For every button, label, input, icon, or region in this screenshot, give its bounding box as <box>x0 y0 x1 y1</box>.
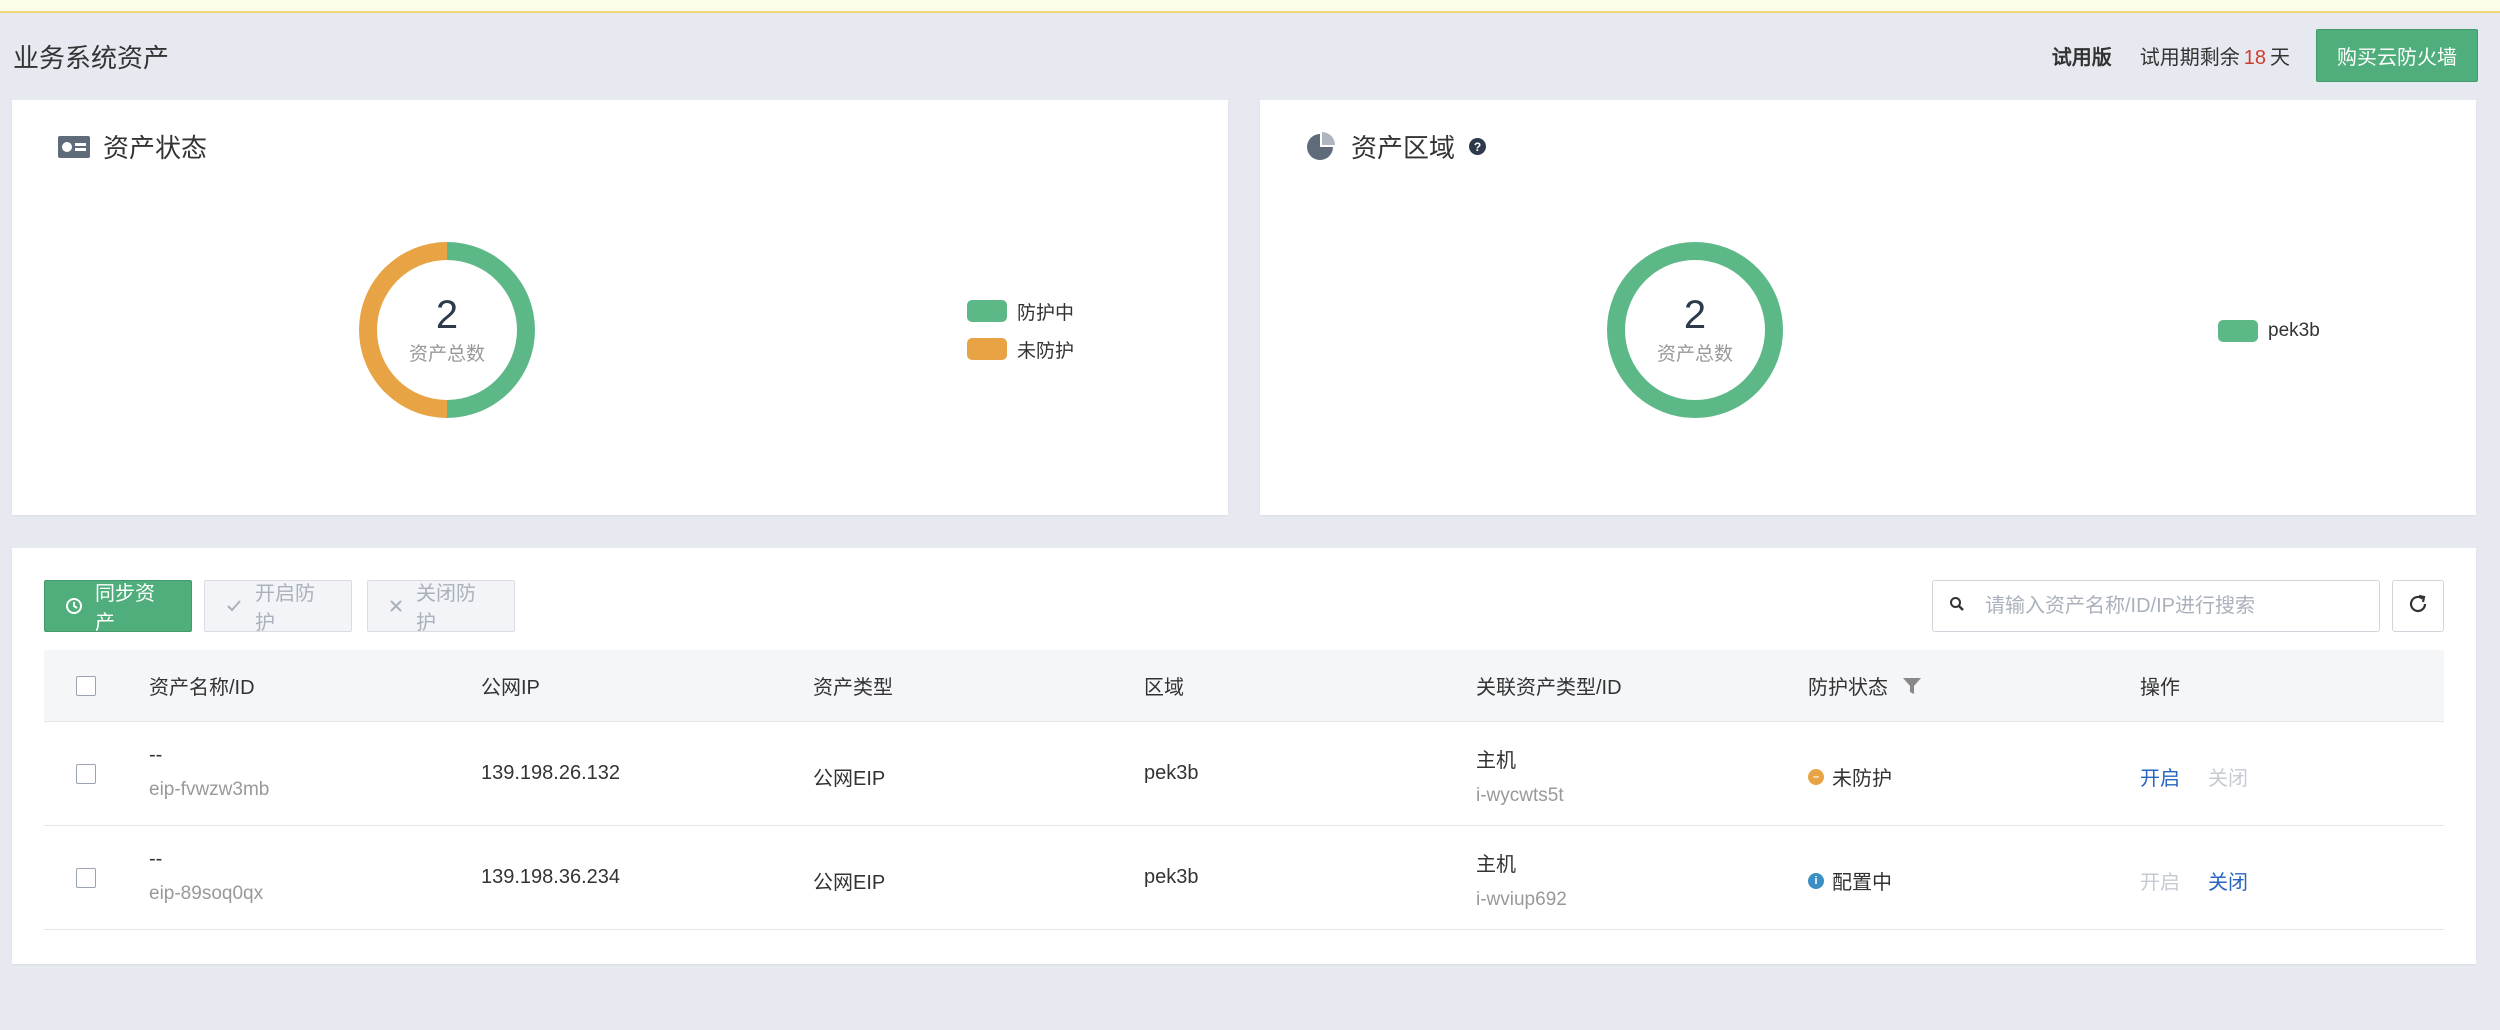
legend-item-protected: 防护中 <box>967 292 1074 330</box>
buy-firewall-button[interactable]: 购买云防火墙 <box>2316 29 2478 82</box>
refresh-button[interactable] <box>2392 580 2444 632</box>
select-all-checkbox[interactable] <box>76 676 96 696</box>
enable-protection-label: 开启防护 <box>255 583 315 634</box>
asset-name-cell: -- eip-fvwzw3mb <box>149 744 269 801</box>
legend-item-pek3b: pek3b <box>2218 312 2320 350</box>
related-asset-cell: 主机 i-wycwts5t <box>1476 744 1564 807</box>
col-protection-status: 防护状态 <box>1808 671 1922 700</box>
trial-remain-prefix: 试用期剩余 <box>2139 47 2240 69</box>
related-asset-cell: 主机 i-wviup692 <box>1476 848 1567 911</box>
disable-protection-label: 关闭防护 <box>416 583 476 634</box>
asset-table: 资产名称/ID 公网IP 资产类型 区域 关联资产类型/ID 防护状态 操作 -… <box>44 650 2444 930</box>
asset-region-total: 2 <box>1683 292 1707 337</box>
asset-name: -- <box>149 848 163 870</box>
trial-remaining: 试用期剩余 18 天 <box>2140 41 2290 70</box>
protection-status-label: 未防护 <box>1832 768 1892 790</box>
page-title: 业务系统资产 <box>13 43 170 73</box>
info-dot-icon: i <box>1808 872 1824 889</box>
col-actions: 操作 <box>2140 677 2180 699</box>
table-header: 资产名称/ID 公网IP 资产类型 区域 关联资产类型/ID 防护状态 操作 <box>44 650 2444 722</box>
public-ip: 139.198.26.132 <box>481 762 621 784</box>
search-icon <box>1949 596 1965 617</box>
clock-icon <box>65 597 83 615</box>
sync-assets-label: 同步资产 <box>95 583 155 634</box>
search-box[interactable] <box>1932 580 2380 632</box>
row-checkbox[interactable] <box>76 868 96 888</box>
asset-status-header: 资产状态 <box>57 128 207 165</box>
legend-swatch <box>967 300 1007 322</box>
asset-region-legend: pek3b <box>2218 312 2320 350</box>
close-icon <box>388 598 404 614</box>
asset-status-total-label: 资产总数 <box>408 343 485 365</box>
asset-id: eip-fvwzw3mb <box>149 779 270 800</box>
col-related-asset: 关联资产类型/ID <box>1476 677 1622 699</box>
asset-name: -- <box>149 744 163 766</box>
related-asset-type: 主机 <box>1476 750 1516 772</box>
legend-swatch <box>2218 320 2258 342</box>
search-input[interactable] <box>1985 594 2355 618</box>
related-asset-id: i-wviup692 <box>1476 889 1567 910</box>
asset-region-header: 资产区域 ? <box>1305 128 1487 165</box>
protection-status-label: 配置中 <box>1832 872 1892 894</box>
legend-label: pek3b <box>2268 320 2320 341</box>
col-protection-status-label: 防护状态 <box>1808 677 1888 699</box>
row-checkbox[interactable] <box>76 764 96 784</box>
help-icon[interactable]: ? <box>1469 138 1487 155</box>
trial-remain-suffix: 天 <box>2270 47 2290 69</box>
legend-label: 防护中 <box>1017 302 1075 324</box>
trial-days: 18 <box>2243 47 2266 69</box>
trial-info: 试用版 试用期剩余 18 天 购买云防火墙 <box>2052 29 2478 82</box>
enable-action-link[interactable]: 开启 <box>2140 762 2180 791</box>
asset-name-cell: -- eip-89soq0qx <box>149 848 263 905</box>
col-public-ip: 公网IP <box>481 677 540 699</box>
enable-action-link[interactable]: 开启 <box>2140 866 2180 895</box>
legend-item-unprotected: 未防护 <box>967 330 1074 368</box>
notice-bar <box>0 0 2500 13</box>
asset-region-total-label: 资产总数 <box>1656 343 1733 365</box>
asset-status-donut: 2 资产总数 <box>342 225 552 435</box>
disable-action-link[interactable]: 关闭 <box>2208 762 2248 791</box>
related-asset-type: 主机 <box>1476 854 1516 876</box>
table-row: -- eip-89soq0qx 139.198.36.234 公网EIP pek… <box>44 826 2444 930</box>
warning-dot-icon: – <box>1808 768 1824 785</box>
filter-icon[interactable] <box>1902 676 1922 696</box>
asset-status-legend: 防护中 未防护 <box>967 292 1074 368</box>
asset-region-card: 资产区域 ? 2 资产总数 pek3b <box>1260 100 2476 515</box>
asset-status-title: 资产状态 <box>103 133 208 163</box>
asset-type: 公网EIP <box>813 768 886 790</box>
legend-label: 未防护 <box>1017 340 1075 362</box>
region: pek3b <box>1144 866 1199 888</box>
enable-protection-button[interactable]: 开启防护 <box>204 580 352 634</box>
public-ip: 139.198.36.234 <box>481 866 621 888</box>
pie-chart-icon <box>1305 130 1339 164</box>
col-region: 区域 <box>1144 677 1184 699</box>
refresh-icon <box>2406 592 2430 621</box>
protection-status: – 未防护 <box>1808 762 1892 791</box>
asset-region-donut: 2 资产总数 <box>1590 225 1800 435</box>
asset-type: 公网EIP <box>813 872 886 894</box>
id-card-icon <box>57 130 91 164</box>
related-asset-id: i-wycwts5t <box>1476 785 1564 806</box>
check-icon <box>225 597 243 615</box>
legend-swatch <box>967 338 1007 360</box>
asset-status-total: 2 <box>435 292 459 337</box>
asset-table-card: 同步资产 开启防护 关闭防护 资产名称 <box>12 548 2476 964</box>
asset-id: eip-89soq0qx <box>149 883 264 904</box>
asset-status-card: 资产状态 2 资产总数 防护中 未防护 <box>12 100 1228 515</box>
trial-label: 试用版 <box>2051 47 2112 69</box>
protection-status: i 配置中 <box>1808 866 1892 895</box>
disable-action-link[interactable]: 关闭 <box>2208 866 2248 895</box>
region: pek3b <box>1144 762 1199 784</box>
asset-region-title: 资产区域 <box>1351 133 1456 163</box>
col-asset-name: 资产名称/ID <box>149 677 255 699</box>
disable-protection-button[interactable]: 关闭防护 <box>367 580 515 634</box>
col-asset-type: 资产类型 <box>813 677 893 699</box>
table-row: -- eip-fvwzw3mb 139.198.26.132 公网EIP pek… <box>44 722 2444 826</box>
sync-assets-button[interactable]: 同步资产 <box>44 580 192 634</box>
